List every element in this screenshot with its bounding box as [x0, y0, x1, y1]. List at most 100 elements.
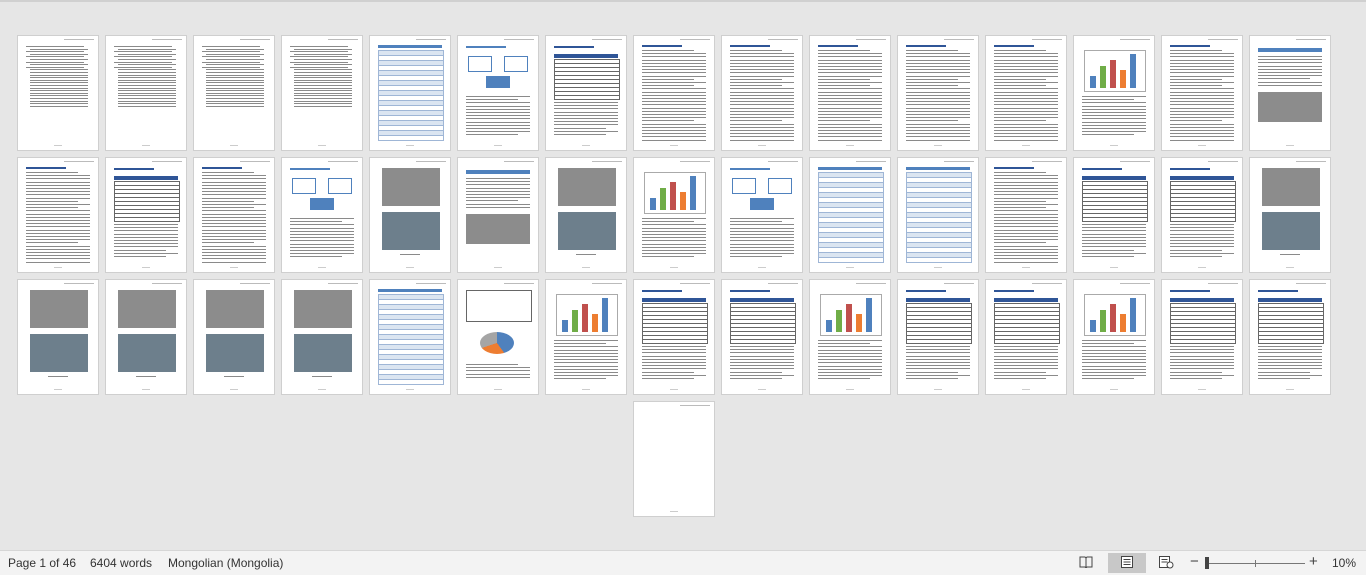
text-line: [818, 340, 882, 341]
text-line: [994, 242, 1046, 244]
text-line: [30, 77, 88, 79]
text-line: [202, 216, 266, 218]
read-mode-button[interactable]: [1073, 553, 1099, 573]
page-thumbnail[interactable]: [546, 280, 626, 394]
page-thumbnail[interactable]: [18, 36, 98, 150]
page-thumbnail[interactable]: [1074, 280, 1154, 394]
page-thumbnail[interactable]: [898, 158, 978, 272]
text-line: [642, 98, 706, 99]
page-thumbnail[interactable]: [898, 36, 978, 150]
page-thumbnail[interactable]: [722, 36, 802, 150]
page-graphic: [1258, 92, 1322, 122]
text-line: [1170, 358, 1234, 360]
page-thumbnail[interactable]: [18, 158, 98, 272]
text-line: [994, 204, 1058, 205]
page-thumbnail[interactable]: [458, 36, 538, 150]
page-thumbnail[interactable]: [1250, 280, 1330, 394]
page-thumbnail[interactable]: [370, 158, 450, 272]
page-footer-line: [406, 267, 414, 268]
print-layout-button[interactable]: [1108, 553, 1146, 573]
page-thumbnail[interactable]: [1162, 280, 1242, 394]
page-thumbnail[interactable]: [194, 158, 274, 272]
text-line: [906, 352, 970, 354]
page-thumbnail[interactable]: [458, 280, 538, 394]
page-thumbnail[interactable]: [194, 36, 274, 150]
page-number-indicator[interactable]: Page 1 of 46: [8, 556, 76, 570]
page-thumbnail[interactable]: [194, 280, 274, 394]
page-thumbnail[interactable]: [282, 36, 362, 150]
page-thumbnail[interactable]: [634, 36, 714, 150]
text-line: [206, 82, 264, 84]
page-thumbnail[interactable]: [810, 158, 890, 272]
zoom-slider-track[interactable]: [1207, 563, 1305, 564]
text-line: [906, 104, 970, 106]
page-thumbnail[interactable]: [810, 280, 890, 394]
page-thumbnail[interactable]: [1162, 158, 1242, 272]
page-thumbnail[interactable]: [1074, 158, 1154, 272]
page-thumbnail[interactable]: [810, 36, 890, 150]
page-thumbnail[interactable]: [634, 402, 714, 516]
text-line: [730, 253, 794, 255]
page-footer-line: [582, 145, 590, 146]
text-line: [994, 72, 1058, 74]
page-thumbnail[interactable]: [18, 280, 98, 394]
text-line: [206, 53, 264, 55]
text-line: [26, 236, 90, 237]
print-layout-icon: [1120, 555, 1134, 572]
page-thumbnail[interactable]: [986, 36, 1066, 150]
text-line: [30, 59, 88, 60]
page-thumbnail[interactable]: [282, 158, 362, 272]
page-thumbnail[interactable]: [546, 36, 626, 150]
zoom-out-button[interactable]: −: [1190, 554, 1199, 570]
page-thumbnail[interactable]: [898, 280, 978, 394]
page-graphic: [466, 214, 530, 244]
zoom-in-button[interactable]: +: [1309, 554, 1318, 570]
text-line: [26, 178, 90, 180]
text-line: [1082, 96, 1146, 97]
page-thumbnail[interactable]: [1250, 36, 1330, 150]
page-thumbnail[interactable]: [986, 158, 1066, 272]
web-layout-button[interactable]: [1153, 553, 1179, 573]
page-thumbnail[interactable]: [1162, 36, 1242, 150]
language-indicator[interactable]: Mongolian (Mongolia): [168, 556, 283, 570]
text-line: [30, 64, 88, 66]
text-line: [1082, 375, 1146, 377]
page-thumbnail[interactable]: [722, 158, 802, 272]
page-thumbnail[interactable]: [282, 280, 362, 394]
page-thumbnail[interactable]: [546, 158, 626, 272]
document-canvas[interactable]: [0, 0, 1366, 550]
page-footer-line: [670, 389, 678, 390]
text-line: [818, 362, 882, 364]
text-line: [730, 101, 794, 103]
text-line: [26, 248, 90, 250]
page-thumbnail[interactable]: [1074, 36, 1154, 150]
zoom-level[interactable]: 10%: [1332, 556, 1356, 570]
page-thumbnail[interactable]: [106, 36, 186, 150]
text-line: [206, 48, 264, 50]
page-graphic: [690, 176, 696, 210]
page-thumbnail[interactable]: [106, 158, 186, 272]
page-thumbnail[interactable]: [370, 36, 450, 150]
text-line: [294, 85, 352, 86]
page-thumbnail[interactable]: [634, 158, 714, 272]
zoom-slider-thumb[interactable]: [1205, 557, 1209, 569]
page-thumbnail[interactable]: [106, 280, 186, 394]
page-thumbnail[interactable]: [458, 158, 538, 272]
page-thumbnail[interactable]: [722, 280, 802, 394]
text-line: [202, 258, 266, 260]
text-line: [26, 261, 90, 263]
page-thumbnail[interactable]: [634, 280, 714, 394]
text-line: [26, 213, 90, 215]
text-line: [906, 355, 970, 357]
text-line: [290, 250, 354, 251]
page-thumbnail[interactable]: [370, 280, 450, 394]
text-line: [1170, 236, 1234, 238]
text-line: [994, 107, 1058, 109]
page-thumbnail[interactable]: [986, 280, 1066, 394]
page-thumbnail[interactable]: [1250, 158, 1330, 272]
text-line: [994, 378, 1046, 379]
word-count[interactable]: 6404 words: [90, 556, 152, 570]
text-line: [818, 359, 882, 361]
text-line: [906, 69, 970, 71]
page-graphic: [1170, 168, 1210, 170]
